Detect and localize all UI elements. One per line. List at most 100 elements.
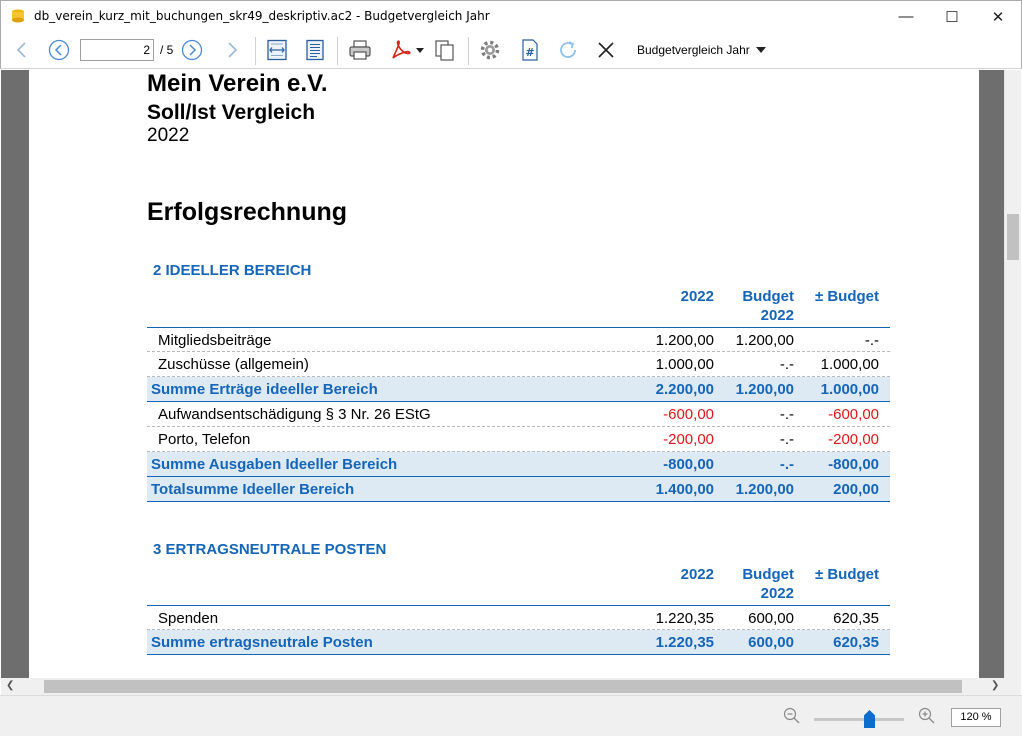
table-sum-row: Summe ertragsneutrale Posten 1.220,35 600,… bbox=[147, 630, 890, 655]
row-value: -.- bbox=[779, 356, 794, 373]
report-select-dropdown[interactable]: Budgetvergleich Jahr bbox=[637, 43, 766, 57]
row-value: 1.200,00 bbox=[735, 381, 794, 398]
table-row: Porto, Telefon -200,00 -.- -200,00 bbox=[147, 427, 890, 452]
row-value: -200,00 bbox=[828, 431, 879, 448]
row-value: 1.000,00 bbox=[820, 381, 879, 398]
row-value: -200,00 bbox=[663, 431, 714, 448]
row-value: 620,35 bbox=[833, 610, 879, 627]
group-heading: 3 ERTRAGSNEUTRALE POSTEN bbox=[153, 541, 387, 558]
next-page-icon[interactable] bbox=[179, 38, 205, 62]
section-heading: Erfolgsrechnung bbox=[147, 198, 348, 226]
row-value: 1.220,35 bbox=[655, 634, 714, 651]
chevron-down-icon bbox=[755, 47, 766, 53]
table-row: Zuschüsse (allgemein) 1.000,00 -.- 1.000,00 bbox=[147, 352, 890, 377]
app-icon bbox=[12, 9, 24, 23]
row-value: -.- bbox=[779, 406, 794, 423]
scroll-left-icon[interactable]: ❮ bbox=[6, 680, 14, 691]
previous-page-icon[interactable] bbox=[46, 38, 72, 62]
organization-name: Mein Verein e.V. bbox=[147, 70, 328, 97]
status-bar: 120 % bbox=[0, 695, 1022, 736]
close-report-icon[interactable] bbox=[593, 38, 619, 62]
fit-page-icon[interactable] bbox=[302, 38, 328, 62]
row-value: -600,00 bbox=[663, 406, 714, 423]
table-row: Spenden 1.220,35 600,00 620,35 bbox=[147, 605, 890, 630]
settings-gear-icon[interactable] bbox=[477, 38, 503, 62]
report-title: Soll/Ist Vergleich bbox=[147, 101, 316, 124]
row-label: Summe Erträge ideeller Bereich bbox=[151, 381, 378, 398]
row-value: -.- bbox=[864, 332, 879, 349]
zoom-slider-thumb[interactable] bbox=[864, 710, 875, 728]
table-sum-row: Summe Ausgaben Ideeller Bereich -800,00 -.… bbox=[147, 452, 890, 477]
table-row: Mitgliedsbeiträge 1.200,00 1.200,00 -.- bbox=[147, 327, 890, 352]
zoom-level-field[interactable]: 120 % bbox=[951, 708, 1001, 727]
row-value: -600,00 bbox=[828, 406, 879, 423]
horizontal-scrollbar[interactable]: ❮ ❯ bbox=[1, 678, 1021, 695]
table-header: 2022 Budget 2022 ± Budget bbox=[147, 287, 890, 327]
page-number-input[interactable]: 2 bbox=[80, 39, 154, 61]
zoom-in-icon[interactable] bbox=[918, 707, 936, 725]
row-value: -.- bbox=[779, 431, 794, 448]
svg-text:#: # bbox=[525, 46, 534, 59]
close-window-button[interactable]: ✕ bbox=[975, 1, 1021, 32]
minimize-button[interactable]: — bbox=[883, 1, 929, 32]
scroll-right-icon[interactable]: ❯ bbox=[991, 680, 999, 691]
group-heading: 2 IDEELLER BEREICH bbox=[153, 262, 312, 279]
budget-table: 2022 Budget 2022 ± Budget Mitgliedsbeitr… bbox=[147, 287, 890, 502]
refresh-icon[interactable] bbox=[555, 38, 581, 62]
table-header: 2022 Budget 2022 ± Budget bbox=[147, 565, 890, 605]
column-header: 2022 bbox=[680, 566, 714, 583]
table-sum-row: Totalsumme Ideeller Bereich 1.400,00 1.200… bbox=[147, 477, 890, 502]
row-value: -.- bbox=[779, 456, 794, 473]
vertical-scrollbar[interactable] bbox=[1004, 70, 1021, 678]
row-label: Mitgliedsbeiträge bbox=[158, 332, 272, 349]
column-header: Budget 2022 bbox=[742, 566, 794, 602]
row-value: 1.220,35 bbox=[655, 610, 714, 627]
row-label: Aufwandsentschädigung § 3 Nr. 26 EStG bbox=[158, 406, 431, 423]
report-viewer[interactable]: Mein Verein e.V. Soll/Ist Vergleich 2022… bbox=[1, 70, 1004, 678]
budget-table: 2022 Budget 2022 ± Budget Spenden 1.220,3… bbox=[147, 565, 890, 655]
export-pdf-icon[interactable] bbox=[387, 38, 427, 62]
column-header: ± Budget bbox=[814, 566, 879, 583]
row-value: 1.200,00 bbox=[655, 332, 714, 349]
copy-icon[interactable] bbox=[431, 38, 457, 62]
row-value: 1.200,00 bbox=[735, 481, 794, 498]
row-value: 1.000,00 bbox=[655, 356, 714, 373]
row-value: 1.000,00 bbox=[820, 356, 879, 373]
row-label: Summe Ausgaben Ideeller Bereich bbox=[151, 456, 398, 473]
row-value: 600,00 bbox=[748, 634, 794, 651]
row-label: Totalsumme Ideeller Bereich bbox=[151, 481, 355, 498]
table-row: Aufwandsentschädigung § 3 Nr. 26 EStG -60… bbox=[147, 402, 890, 427]
page-total-label: / 5 bbox=[160, 43, 174, 57]
row-value: 200,00 bbox=[833, 481, 879, 498]
row-label: Zuschüsse (allgemein) bbox=[158, 356, 309, 373]
window-title: db_verein_kurz_mit_buchungen_skr49_deskr… bbox=[34, 9, 490, 23]
column-header: Budget 2022 bbox=[742, 288, 794, 324]
horizontal-scroll-thumb[interactable] bbox=[44, 680, 962, 693]
row-value: 1.400,00 bbox=[655, 481, 714, 498]
toolbar: 2 / 5 # Budgetvergleich Jahr bbox=[0, 31, 1022, 69]
row-value: 600,00 bbox=[748, 610, 794, 627]
zoom-slider-track[interactable] bbox=[814, 718, 904, 721]
fit-width-icon[interactable] bbox=[264, 38, 290, 62]
row-value: -800,00 bbox=[663, 456, 714, 473]
back-icon[interactable] bbox=[9, 38, 35, 62]
page-numbering-icon[interactable]: # bbox=[517, 38, 543, 62]
row-label: Spenden bbox=[158, 610, 219, 627]
column-header: ± Budget bbox=[814, 288, 879, 305]
row-value: 1.200,00 bbox=[735, 332, 794, 349]
column-header: 2022 bbox=[680, 288, 714, 305]
zoom-out-icon[interactable] bbox=[783, 707, 801, 725]
vertical-scroll-thumb[interactable] bbox=[1007, 214, 1019, 260]
forward-icon[interactable] bbox=[219, 38, 245, 62]
report-year: 2022 bbox=[147, 125, 190, 146]
report-select-label: Budgetvergleich Jahr bbox=[637, 43, 750, 57]
row-label: Porto, Telefon bbox=[158, 431, 251, 448]
title-bar: db_verein_kurz_mit_buchungen_skr49_deskr… bbox=[0, 0, 1022, 31]
row-value: 620,35 bbox=[833, 634, 879, 651]
row-value: 2.200,00 bbox=[655, 381, 714, 398]
row-value: -800,00 bbox=[828, 456, 879, 473]
print-icon[interactable] bbox=[347, 38, 373, 62]
row-label: Summe ertragsneutrale Posten bbox=[151, 634, 373, 651]
maximize-button[interactable]: ☐ bbox=[929, 1, 975, 32]
table-sum-row: Summe Erträge ideeller Bereich 2.200,00 1.… bbox=[147, 377, 890, 402]
